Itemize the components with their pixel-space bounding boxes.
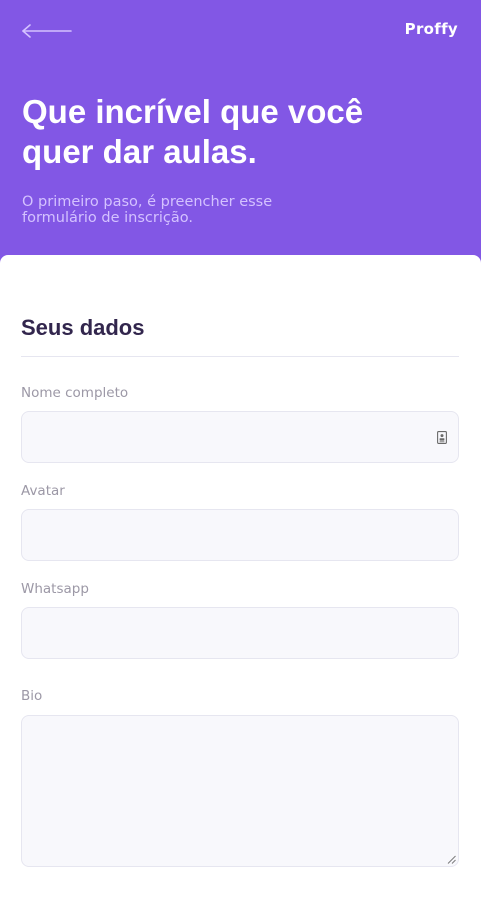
page-title-line-1: Que incrível que você — [22, 93, 364, 130]
whatsapp-input[interactable] — [21, 607, 459, 659]
bio-textarea[interactable] — [21, 715, 459, 867]
page-title-line-2: quer dar aulas. — [22, 133, 257, 170]
resize-handle-icon[interactable] — [447, 855, 456, 864]
whatsapp-label: Whatsapp — [21, 581, 89, 597]
name-input[interactable] — [21, 411, 459, 463]
page-subtitle-line-1: O primeiro paso, é preencher esse — [22, 194, 273, 210]
avatar-label: Avatar — [21, 483, 65, 499]
page-subtitle-line-2: formulário de inscrição. — [22, 210, 193, 226]
form-card: Seus dados Nome completo Avatar Whatsapp… — [0, 255, 481, 924]
section-divider — [21, 356, 459, 357]
name-label: Nome completo — [21, 385, 129, 401]
bio-label: Bio — [21, 688, 43, 704]
page: Proffy Que incrível que você quer dar aul… — [0, 0, 481, 924]
avatar-input[interactable] — [21, 509, 459, 561]
contact-card-icon[interactable] — [437, 431, 447, 444]
proffy-logo: Proffy — [404, 20, 458, 38]
section-title: Seus dados — [21, 315, 145, 340]
page-subtitle: O primeiro paso, é preencher esse formulá… — [22, 194, 312, 226]
arrow-left-icon[interactable] — [22, 22, 72, 40]
page-title: Que incrível que você quer dar aulas. — [22, 92, 442, 172]
